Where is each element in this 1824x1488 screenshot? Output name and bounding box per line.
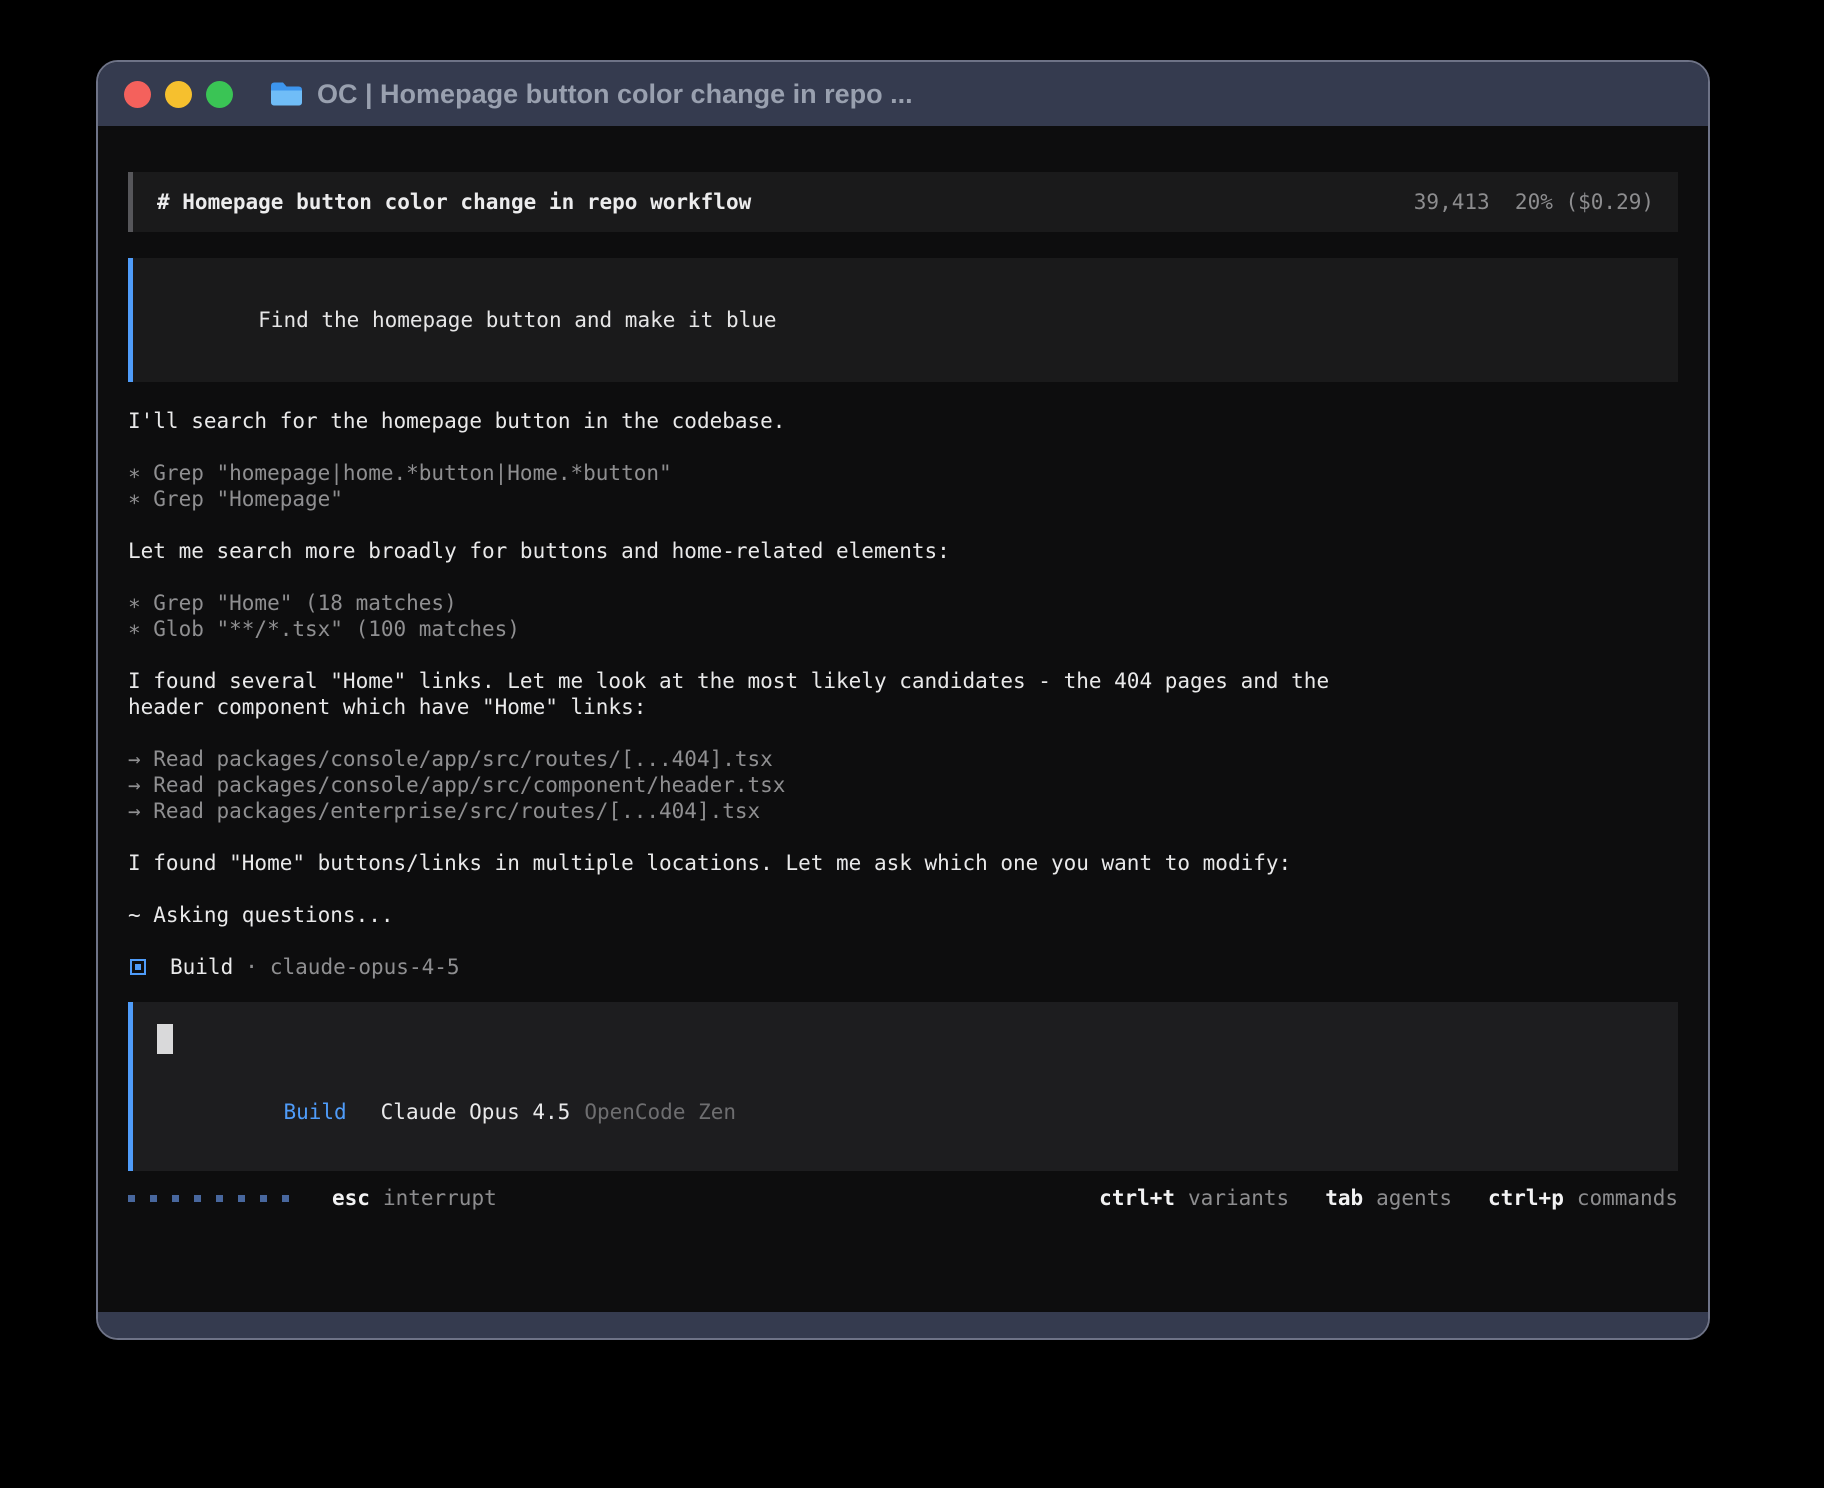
assistant-message: I'll search for the homepage button in t… [128, 408, 1678, 434]
traffic-lights [124, 81, 247, 108]
session-header: # Homepage button color change in repo w… [128, 172, 1678, 232]
hint-variants: ctrl+t variants [1099, 1185, 1289, 1211]
close-button[interactable] [124, 81, 151, 108]
tool-call-line: ∗ Grep "Home" (18 matches) [128, 590, 1678, 616]
agent-build-icon [130, 959, 146, 975]
session-stats: 39,413 20% ($0.29) [1414, 189, 1654, 215]
terminal-window: OC | Homepage button color change in rep… [96, 60, 1710, 1340]
message-line: I found "Home" buttons/links in multiple… [128, 850, 1678, 876]
agent-name: Build [170, 954, 233, 980]
tool-call-line: ∗ Glob "**/*.tsx" (100 matches) [128, 616, 1678, 642]
tool-call-line: ∗ Grep "Homepage" [128, 486, 1678, 512]
agent-status-row: Build · claude-opus-4-5 [128, 954, 1678, 980]
assistant-message: I found several "Home" links. Let me loo… [128, 668, 1678, 720]
message-line: I'll search for the homepage button in t… [128, 408, 1678, 434]
zoom-button[interactable] [206, 81, 233, 108]
transcript: I'll search for the homepage button in t… [128, 408, 1678, 928]
hint-label-agents: agents [1376, 1185, 1452, 1211]
hint-label-interrupt: interrupt [383, 1185, 497, 1211]
tool-call-list: ∗ Grep "homepage|home.*button|Home.*butt… [128, 460, 1678, 512]
hint-key-ctrl-p: ctrl+p [1488, 1185, 1564, 1211]
window-bottom-bar [98, 1312, 1708, 1338]
tool-call-line: → Read packages/console/app/src/routes/[… [128, 746, 1678, 772]
tool-call-list: ∗ Grep "Home" (18 matches) ∗ Glob "**/*.… [128, 590, 1678, 642]
message-line: Let me search more broadly for buttons a… [128, 538, 1678, 564]
titlebar[interactable]: OC | Homepage button color change in rep… [98, 62, 1708, 126]
input-provider: OpenCode Zen [584, 1100, 736, 1124]
statusbar: esc interrupt ctrl+t variants tab agents… [128, 1185, 1678, 1211]
hint-label-commands: commands [1577, 1185, 1678, 1211]
input-model[interactable]: Claude Opus 4.5 [381, 1100, 571, 1124]
progress-dots [128, 1195, 304, 1202]
terminal-content: # Homepage button color change in repo w… [98, 126, 1708, 1312]
assistant-message: Let me search more broadly for buttons a… [128, 538, 1678, 564]
text-cursor [157, 1024, 173, 1054]
assistant-message: I found "Home" buttons/links in multiple… [128, 850, 1678, 876]
tool-call-list: → Read packages/console/app/src/routes/[… [128, 746, 1678, 824]
user-message-text: Find the homepage button and make it blu… [258, 308, 776, 332]
hint-key-ctrl-t: ctrl+t [1099, 1185, 1175, 1211]
tool-call-line: ∗ Grep "homepage|home.*button|Home.*butt… [128, 460, 1678, 486]
desktop: OC | Homepage button color change in rep… [0, 0, 1824, 1488]
tool-call-line: → Read packages/enterprise/src/routes/[.… [128, 798, 1678, 824]
session-title: # Homepage button color change in repo w… [157, 189, 751, 215]
statusbar-right: ctrl+t variants tab agents ctrl+p comman… [1063, 1185, 1678, 1211]
user-message: Find the homepage button and make it blu… [128, 258, 1678, 382]
minimize-button[interactable] [165, 81, 192, 108]
input-meta: Build Claude Opus 4.5 OpenCode Zen [157, 1073, 1654, 1151]
tool-call-line: → Read packages/console/app/src/componen… [128, 772, 1678, 798]
status-model: claude-opus-4-5 [270, 954, 460, 980]
hint-agents: tab agents [1325, 1185, 1452, 1211]
message-line: header component which have "Home" links… [128, 694, 1678, 720]
message-line: I found several "Home" links. Let me loo… [128, 668, 1678, 694]
window-title: OC | Homepage button color change in rep… [317, 79, 913, 110]
assistant-message: ~ Asking questions... [128, 902, 1678, 928]
hint-key-tab: tab [1325, 1185, 1363, 1211]
folder-icon [269, 80, 303, 108]
hint-key-esc: esc [332, 1185, 370, 1211]
message-line: ~ Asking questions... [128, 902, 1678, 928]
input-mode[interactable]: Build [283, 1100, 346, 1124]
prompt-input[interactable]: Build Claude Opus 4.5 OpenCode Zen [128, 1002, 1678, 1171]
status-separator: · [245, 954, 258, 980]
statusbar-left: esc interrupt [128, 1185, 497, 1211]
hint-label-variants: variants [1188, 1185, 1289, 1211]
hint-commands: ctrl+p commands [1488, 1185, 1678, 1211]
